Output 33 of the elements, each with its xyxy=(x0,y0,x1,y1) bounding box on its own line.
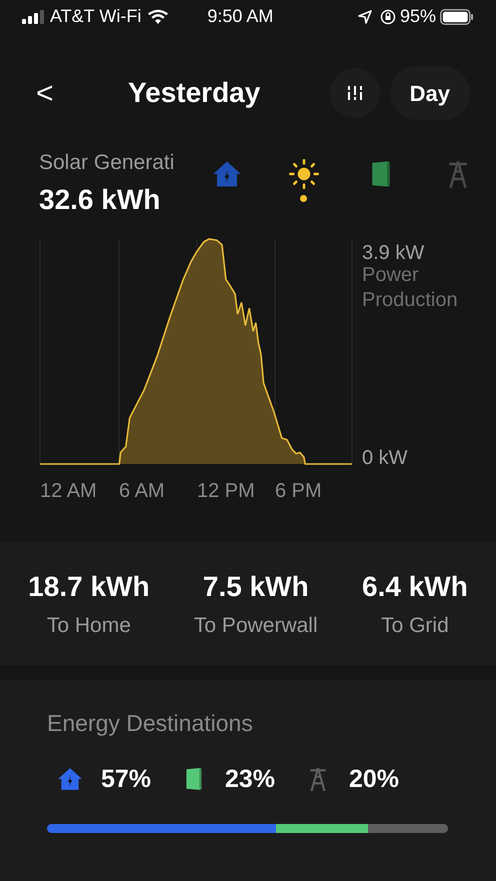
x-axis-label: 12 AM xyxy=(40,480,97,502)
carrier-name: AT&T Wi-Fi xyxy=(50,5,142,28)
y-axis-title: Power Production xyxy=(362,264,458,311)
rotation-lock-icon xyxy=(380,8,396,24)
summary-label: Solar Generati xyxy=(39,150,176,176)
percent-value: 20% xyxy=(349,764,400,794)
x-axis-label: 12 PM xyxy=(197,480,255,502)
battery-percent: 95% xyxy=(400,5,436,28)
total-value: 18.7 kWh xyxy=(28,570,150,604)
sun-icon xyxy=(288,159,318,189)
page-title: Yesterday xyxy=(128,76,260,110)
x-axis-label: 6 AM xyxy=(119,480,165,502)
total-label: To Home xyxy=(46,612,131,639)
y-max-label: 3.9 kW xyxy=(362,242,424,264)
summary-value: 32.6 kWh xyxy=(39,182,162,216)
sliders-icon xyxy=(346,84,364,102)
total-value: 7.5 kWh xyxy=(202,570,309,604)
x-axis-label: 6 PM xyxy=(275,480,322,502)
percent-value: 23% xyxy=(225,764,276,794)
signal-icon xyxy=(22,10,44,24)
clock-time: 9:50 AM xyxy=(207,5,274,28)
total-label: To Grid xyxy=(381,612,449,639)
wifi-icon xyxy=(147,8,170,24)
total-label: To Powerwall xyxy=(194,612,318,639)
section-title: Energy Destinations xyxy=(47,709,254,738)
house-icon xyxy=(212,159,242,189)
location-arrow-icon xyxy=(358,10,372,24)
period-button[interactable]: Day xyxy=(390,66,470,120)
total-value: 6.4 kWh xyxy=(362,570,468,604)
percent-value: 57% xyxy=(101,764,152,794)
y-min-label: 0 kW xyxy=(362,447,408,469)
back-button[interactable]: < xyxy=(36,70,60,116)
battery-icon xyxy=(440,8,474,24)
